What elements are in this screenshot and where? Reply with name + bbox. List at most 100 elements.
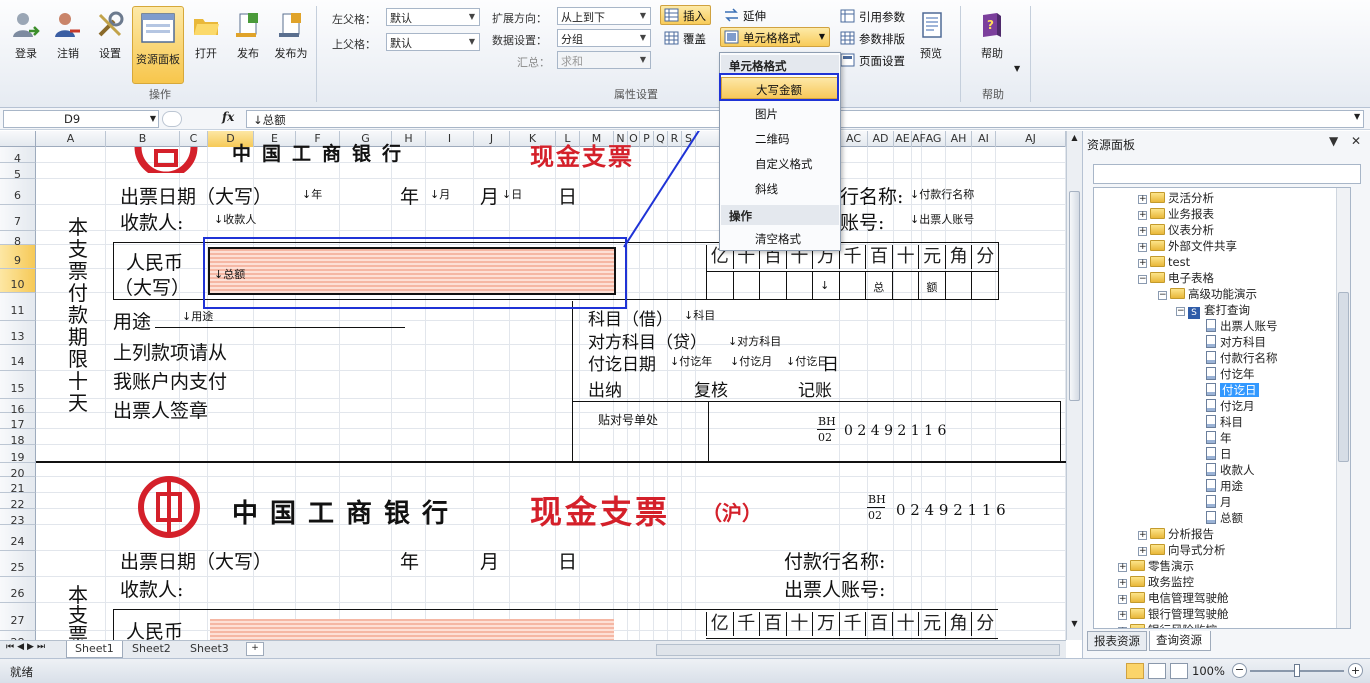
expand-toggle-icon[interactable]: − [1158,291,1167,300]
row-header[interactable]: 27 [0,603,36,631]
panel-search-input[interactable] [1093,164,1361,184]
panel-menu-icon[interactable]: ▼ [1329,134,1338,148]
tree-scroll-thumb[interactable] [1338,292,1349,462]
tree-node[interactable]: 付讫月 [1206,398,1255,414]
expand-toggle-icon[interactable]: + [1138,227,1147,236]
tree-node[interactable]: 年 [1206,430,1232,446]
expand-toggle-icon[interactable]: + [1118,611,1127,620]
expand-toggle-icon[interactable]: + [1138,211,1147,220]
row-header[interactable]: 7 [0,205,36,231]
data-setting-combo[interactable]: 分组 ▼ [557,29,651,47]
dropdown-item[interactable]: 清空格式 [721,227,839,249]
row-header[interactable]: 24 [0,525,36,551]
field-payee[interactable]: ↓收款人 [214,211,256,227]
panel-close-icon[interactable]: ✕ [1351,134,1361,148]
tree-node[interactable]: + 向导式分析 [1138,542,1226,558]
column-header[interactable]: AI [972,131,996,147]
row-header[interactable]: 23 [0,509,36,527]
add-sheet-icon[interactable]: + [246,642,264,656]
cell-format-button[interactable]: 单元格格式 ▼ [720,27,830,47]
column-header[interactable]: AG [922,131,946,147]
row-header[interactable]: 26 [0,577,36,603]
expand-toggle-icon[interactable]: + [1138,243,1147,252]
cover-button[interactable]: 覆盖 [660,28,711,48]
zoom-in-icon[interactable]: + [1348,663,1363,678]
preview-button[interactable]: 预览 [912,6,950,68]
publish-as-button[interactable]: 发布为 [270,6,312,68]
row-header[interactable]: 5 [0,163,36,181]
tree-node[interactable]: 日 [1206,446,1232,462]
extend-button[interactable]: 延伸 [720,5,771,25]
dropdown-item[interactable]: 自定义格式 [721,152,839,174]
page-layout-view-icon[interactable] [1148,663,1166,679]
tree-node[interactable]: − 高级功能演示 [1158,286,1257,302]
normal-view-icon[interactable] [1126,663,1144,679]
expand-toggle-icon[interactable]: + [1138,259,1147,268]
row-header[interactable]: 21 [0,477,36,495]
row-header[interactable]: 18 [0,429,36,447]
row-header[interactable]: 16 [0,399,36,416]
tree-node[interactable]: 付款行名称 [1206,350,1278,366]
row-header[interactable]: 20 [0,463,36,480]
digit-field[interactable]: 额 [926,279,937,295]
field-day[interactable]: ↓日 [502,186,522,202]
field-payer-bank[interactable]: ↓付款行名称 [910,186,974,202]
fx-icon[interactable]: fx [222,110,234,124]
expand-direction-combo[interactable]: 从上到下 ▼ [557,7,651,25]
tree-node[interactable]: − 电子表格 [1138,270,1214,286]
row-header[interactable]: 13 [0,321,36,345]
vertical-scrollbar[interactable]: ▲ ▼ [1066,131,1082,640]
page-break-view-icon[interactable] [1170,663,1188,679]
expand-toggle-icon[interactable]: + [1118,595,1127,604]
field-month[interactable]: ↓月 [430,186,450,202]
tree-node[interactable]: − S 套打查询 [1176,302,1250,319]
expand-toggle-icon[interactable]: + [1118,563,1127,572]
publish-button[interactable]: 发布 [228,6,268,68]
row-header[interactable]: 28 [0,631,36,640]
scroll-up-icon[interactable]: ▲ [1068,133,1081,146]
tree-node[interactable]: + 业务报表 [1138,206,1214,222]
tree-node[interactable]: 收款人 [1206,462,1255,478]
expand-toggle-icon[interactable]: + [1138,531,1147,540]
row-header[interactable]: 19 [0,445,36,464]
aggregate-combo[interactable]: 求和 ▼ [557,51,651,69]
sheet-tab[interactable]: Sheet2 [124,641,179,658]
amount-field-highlight[interactable] [210,619,614,640]
spreadsheet-grid[interactable]: ABCDEFGHIJKLMNOPQRSTACADAEAFAGAHAIAJ 456… [0,131,1066,640]
dropdown-item[interactable]: 斜线 [721,177,839,199]
row-header[interactable]: 8 [0,231,36,248]
field-year[interactable]: ↓年 [302,186,322,202]
left-parent-combo[interactable]: 默认 ▼ [386,8,480,26]
tab-report-resources[interactable]: 报表资源 [1087,631,1147,651]
tree-node[interactable]: + 零售演示 [1118,558,1194,574]
sheet-nav-icon[interactable]: ⏮◀▶⏭ [6,642,48,652]
tree-node[interactable]: 用途 [1206,478,1243,494]
row-header[interactable]: 11 [0,293,36,321]
field-opposite-subject[interactable]: ↓对方科目 [728,333,781,349]
param-layout-button[interactable]: 参数排版 [836,28,910,48]
tree-node[interactable]: 出票人账号 [1206,318,1278,334]
column-header[interactable]: AD [868,131,894,147]
tab-query-resources[interactable]: 查询资源 [1149,631,1211,651]
field-pay-year[interactable]: ↓付讫年 [670,353,712,369]
digit-field[interactable]: 总 [873,279,884,295]
column-header[interactable]: J [474,131,510,147]
field-payer-account[interactable]: ↓出票人账号 [910,211,974,227]
row-header[interactable]: 9 [0,245,36,269]
row-header[interactable]: 6 [0,179,36,205]
horizontal-scrollbar[interactable] [656,644,1060,656]
row-header[interactable]: 4 [0,147,36,165]
top-parent-combo[interactable]: 默认 ▼ [386,33,480,51]
insert-button[interactable]: 插入 [660,5,711,25]
tree-node[interactable]: + 外部文件共享 [1138,238,1237,254]
dropdown-item[interactable]: 图片 [721,102,839,124]
expand-toggle-icon[interactable]: + [1138,195,1147,204]
row-header[interactable]: 22 [0,493,36,511]
login-button[interactable]: 登录 [6,6,46,68]
tree-node[interactable]: 月 [1206,494,1232,510]
column-header[interactable]: I [426,131,474,147]
page-setup-button[interactable]: 页面设置 [836,50,910,70]
tree-node[interactable]: 付讫年 [1206,366,1255,382]
row-header[interactable]: 10 [0,269,36,293]
column-header[interactable]: AC [840,131,868,147]
